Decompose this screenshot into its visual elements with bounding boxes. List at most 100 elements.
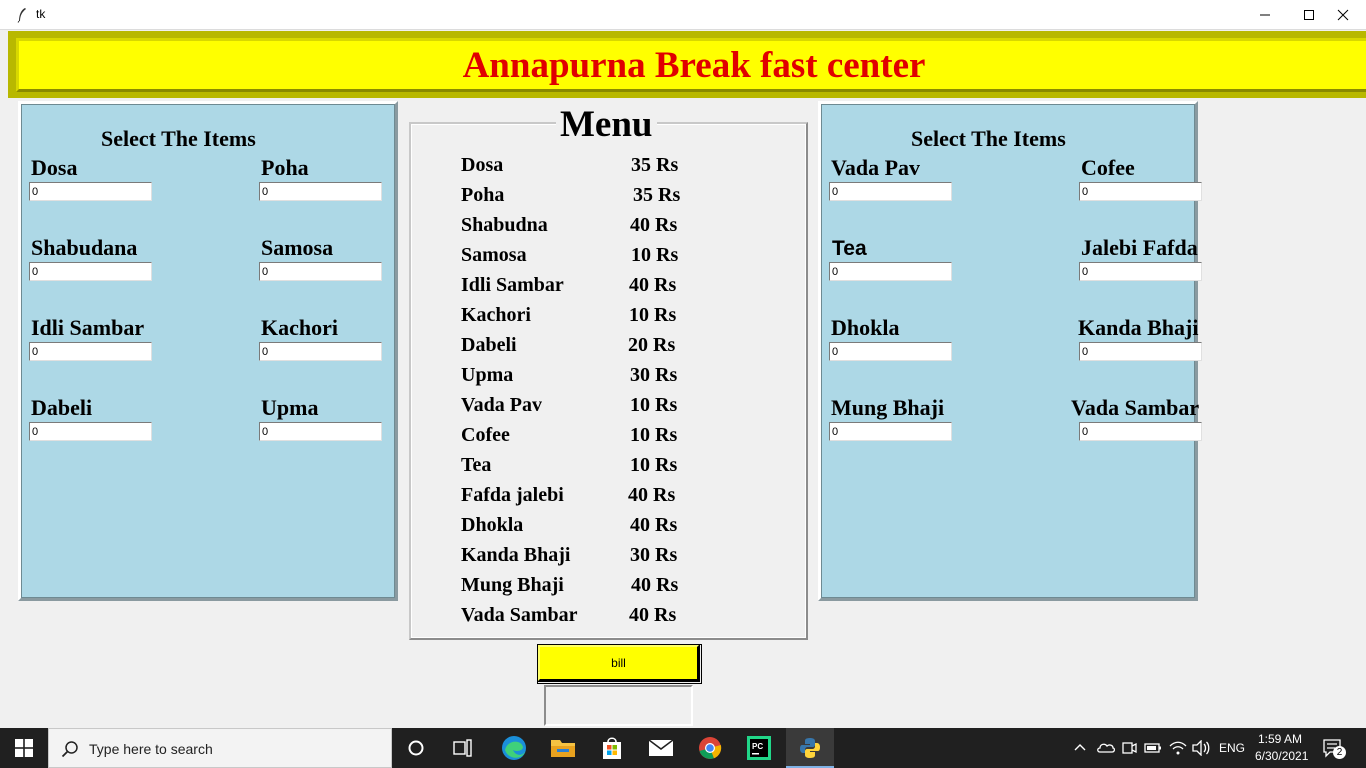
right-panel-heading: Select The Items [911,126,1066,151]
quantity-input-vada-pav[interactable] [829,182,952,201]
bill-button[interactable]: bill [537,644,702,684]
item-label-upma: Upma [261,395,319,420]
item-label-shabudana: Shabudana [31,235,138,260]
menu-item-price: 10 Rs [631,244,679,266]
item-label-cofee: Cofee [1081,155,1135,180]
menu-item-price: 40 Rs [630,214,678,236]
item-label-dabeli: Dabeli [31,395,93,420]
menu-row: Dabeli 20 Rs [461,334,721,358]
quantity-input-poha[interactable] [259,182,382,201]
notification-count-badge: 2 [1333,746,1346,759]
mail-icon[interactable] [641,732,681,764]
menu-item-name: Vada Pav [461,394,542,416]
menu-item-name: Tea [461,454,492,476]
item-label-samosa: Samosa [261,235,334,260]
quantity-input-dhokla[interactable] [829,342,952,361]
menu-item-price: 40 Rs [631,574,679,596]
menu-item-price: 40 Rs [629,274,677,296]
menu-row: Fafda jalebi 40 Rs [461,484,721,508]
menu-row: Dhokla 40 Rs [461,514,721,538]
quantity-input-samosa[interactable] [259,262,382,281]
menu-row: Tea 10 Rs [461,454,721,478]
menu-item-price: 10 Rs [629,304,677,326]
item-label-vada-pav: Vada Pav [831,155,921,180]
quantity-input-cofee[interactable] [1079,182,1202,201]
battery-icon[interactable] [1144,741,1162,755]
menu-item-price: 40 Rs [630,514,678,536]
onedrive-icon[interactable] [1096,740,1116,754]
file-explorer-icon[interactable] [543,732,583,764]
tk-feather-icon [17,8,26,23]
volume-icon[interactable] [1192,740,1210,756]
close-button[interactable] [1320,0,1366,30]
quantity-input-kanda-bhaji[interactable] [1079,342,1202,361]
task-view-icon[interactable] [443,732,483,764]
menu-row: Samosa 10 Rs [461,244,721,268]
python-icon[interactable] [790,732,830,764]
right-item-panel: Select The Items Vada Pav Cofee Tea Jale… [818,101,1202,601]
left-panel-heading: Select The Items [101,126,256,151]
start-button[interactable] [0,728,48,768]
menu-item-name: Samosa [461,244,527,266]
item-label-dhokla: Dhokla [831,315,900,340]
notification-center-button[interactable]: 2 [1322,738,1348,760]
taskbar-search-box[interactable]: Type here to search [48,728,392,768]
language-indicator[interactable]: ENG [1219,741,1245,755]
menu-row: Cofee 10 Rs [461,424,721,448]
wifi-icon[interactable] [1169,740,1187,756]
menu-item-name: Cofee [461,424,510,446]
menu-item-price: 35 Rs [633,184,681,206]
minimize-button[interactable] [1242,0,1288,30]
menu-row: Poha 35 Rs [461,184,721,208]
quantity-input-shabudana[interactable] [29,262,152,281]
quantity-input-upma[interactable] [259,422,382,441]
clock-time[interactable]: 1:59 AM [1258,732,1302,746]
pycharm-icon[interactable]: PC [739,732,779,764]
search-placeholder: Type here to search [89,741,213,757]
quantity-input-dosa[interactable] [29,182,152,201]
item-label-kanda-bhaji: Kanda Bhaji [1078,315,1199,340]
quantity-input-tea[interactable] [829,262,952,281]
menu-item-name: Dhokla [461,514,524,536]
menu-item-name: Dosa [461,154,504,176]
menu-item-price: 20 Rs [628,334,676,356]
maximize-icon [1304,10,1314,20]
menu-row: Dosa 35 Rs [461,154,721,178]
clock-date[interactable]: 6/30/2021 [1255,749,1308,763]
meet-now-icon[interactable] [1121,740,1137,756]
item-label-jalebi-fafda: Jalebi Fafda [1081,235,1198,260]
quantity-input-jalebi-fafda[interactable] [1079,262,1202,281]
item-label-idli-sambar: Idli Sambar [31,315,145,340]
search-icon [61,741,78,758]
cortana-icon[interactable] [396,732,436,764]
chevron-up-icon[interactable] [1073,742,1087,752]
menu-row: Vada Sambar 40 Rs [461,604,721,628]
menu-item-price: 40 Rs [628,484,676,506]
title-bar: tk [0,0,1366,30]
menu-item-name: Dabeli [461,334,517,356]
bill-output-label [544,685,693,726]
edge-icon[interactable] [494,732,534,764]
quantity-input-vada-sambar[interactable] [1079,422,1202,441]
menu-item-name: Fafda jalebi [461,484,564,506]
menu-row: Kanda Bhaji 30 Rs [461,544,721,568]
quantity-input-kachori[interactable] [259,342,382,361]
item-label-poha: Poha [261,155,309,180]
window-title: tk [36,7,46,21]
quantity-input-mung-bhaji[interactable] [829,422,952,441]
menu-item-name: Shabudna [461,214,548,236]
menu-item-name: Idli Sambar [461,274,564,296]
close-icon [1337,9,1349,21]
menu-item-price: 10 Rs [630,454,678,476]
menu-item-price: 10 Rs [630,424,678,446]
item-label-kachori: Kachori [261,315,338,340]
quantity-input-idli-sambar[interactable] [29,342,152,361]
svg-text:PC: PC [752,742,763,751]
chrome-icon[interactable] [690,732,730,764]
store-icon[interactable] [592,732,632,764]
menu-item-price: 40 Rs [629,604,677,626]
quantity-input-dabeli[interactable] [29,422,152,441]
menu-row: Vada Pav 10 Rs [461,394,721,418]
item-label-vada-sambar: Vada Sambar [1071,395,1200,420]
menu-row: Idli Sambar 40 Rs [461,274,721,298]
